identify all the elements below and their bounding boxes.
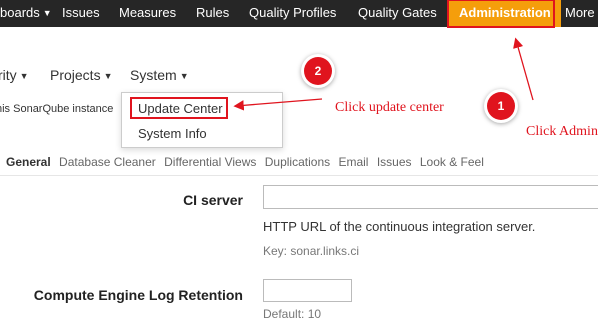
update-center-highlight-box [130, 97, 228, 119]
subnav-projects[interactable]: Projects ▼ [50, 67, 113, 83]
subnav-security[interactable]: rity ▼ [0, 67, 29, 83]
caret-down-icon: ▼ [179, 71, 189, 81]
nav-quality-profiles[interactable]: Quality Profiles [249, 0, 336, 27]
subnav-system-label: System [130, 67, 177, 83]
nav-dashboards-label: boards [0, 5, 40, 20]
ci-server-description: HTTP URL of the continuous integration s… [263, 219, 536, 234]
step-2-annotation: Click update center [335, 100, 444, 115]
tab-general[interactable]: General [6, 155, 51, 169]
ci-server-key: Key: sonar.links.ci [263, 244, 360, 258]
tab-email[interactable]: Email [338, 155, 368, 169]
subnav-system[interactable]: System ▼ [130, 67, 189, 83]
tab-database-cleaner[interactable]: Database Cleaner [59, 155, 156, 169]
caret-down-icon: ▼ [42, 8, 52, 18]
subnav-projects-label: Projects [50, 67, 101, 83]
step-2-badge: 2 [304, 57, 332, 85]
tabs-divider [0, 175, 598, 176]
ce-log-retention-default: Default: 10 [263, 307, 322, 321]
tab-look-and-feel[interactable]: Look & Feel [420, 155, 484, 169]
tab-differential-views[interactable]: Differential Views [164, 155, 256, 169]
nav-measures[interactable]: Measures [119, 0, 176, 27]
nav-more[interactable]: More [565, 0, 595, 27]
settings-tabs: General Database Cleaner Differential Vi… [6, 155, 489, 169]
menu-item-system-info[interactable]: System Info [138, 126, 207, 141]
caret-down-icon: ▼ [103, 71, 113, 81]
ci-server-input[interactable] [263, 185, 598, 209]
step-1-badge: 1 [487, 92, 515, 120]
ce-log-retention-input[interactable] [263, 279, 352, 302]
administration-highlight-box [447, 0, 555, 28]
tab-issues[interactable]: Issues [377, 155, 412, 169]
subnav-security-label: rity [0, 67, 17, 83]
ce-log-retention-label: Compute Engine Log Retention [33, 287, 243, 303]
nav-quality-gates[interactable]: Quality Gates [358, 0, 437, 27]
step-1-annotation: Click Admin [526, 124, 598, 139]
nav-issues[interactable]: Issues [62, 0, 100, 27]
nav-dashboards[interactable]: boards ▼ [0, 0, 52, 27]
tab-duplications[interactable]: Duplications [265, 155, 330, 169]
instance-info-text: his SonarQube instance [0, 103, 114, 115]
caret-down-icon: ▼ [19, 71, 29, 81]
ci-server-label: CI server [183, 192, 243, 208]
nav-rules[interactable]: Rules [196, 0, 229, 27]
arrow-to-administration [513, 37, 534, 101]
